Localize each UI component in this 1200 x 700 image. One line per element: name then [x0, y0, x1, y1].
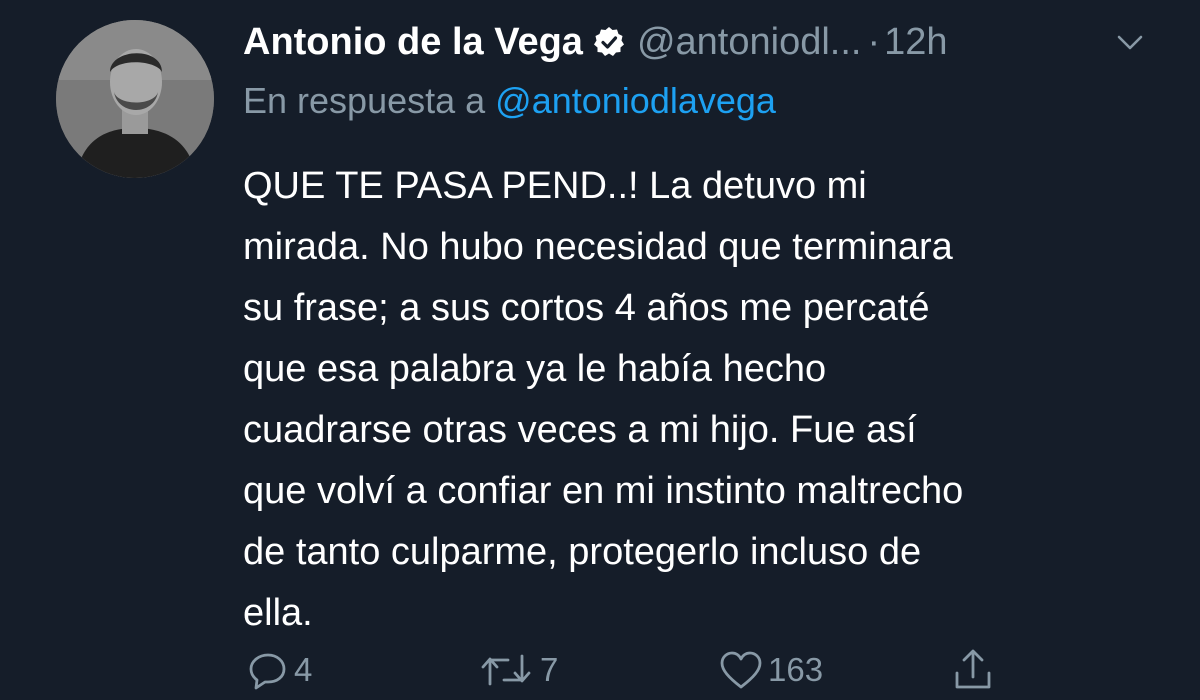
share-upload-icon	[950, 647, 996, 693]
timestamp[interactable]: 12h	[884, 21, 947, 64]
reply-context: En respuesta a @antoniodlavega	[243, 80, 776, 122]
reply-button[interactable]: 4	[246, 645, 312, 695]
reply-prefix: En respuesta a	[243, 80, 486, 121]
separator-dot: ·	[867, 20, 881, 63]
comment-bubble-icon	[246, 648, 290, 692]
tweet-header: Antonio de la Vega @antoniodl... · 12h	[243, 16, 948, 68]
heart-icon	[718, 648, 764, 692]
reply-count: 4	[294, 651, 313, 688]
chevron-down-icon[interactable]	[1112, 24, 1148, 60]
like-button[interactable]: 163	[718, 645, 823, 695]
action-bar: 4 7 163	[0, 645, 1200, 695]
avatar[interactable]	[56, 20, 214, 178]
retweet-count: 7	[540, 651, 559, 688]
reply-mention-link[interactable]: @antoniodlavega	[495, 80, 776, 121]
tweet-card[interactable]: Antonio de la Vega @antoniodl... · 12h E…	[0, 0, 1200, 700]
tweet-text: QUE TE PASA PEND..! La detuvo mi mirada.…	[243, 165, 964, 634]
share-button[interactable]	[950, 645, 996, 695]
retweet-button[interactable]: 7	[478, 645, 558, 695]
retweet-arrows-icon	[478, 648, 536, 692]
author-name[interactable]: Antonio de la Vega	[243, 21, 583, 64]
like-count: 163	[768, 651, 824, 688]
verified-badge-icon	[593, 26, 625, 58]
author-handle[interactable]: @antoniodl...	[637, 21, 862, 64]
